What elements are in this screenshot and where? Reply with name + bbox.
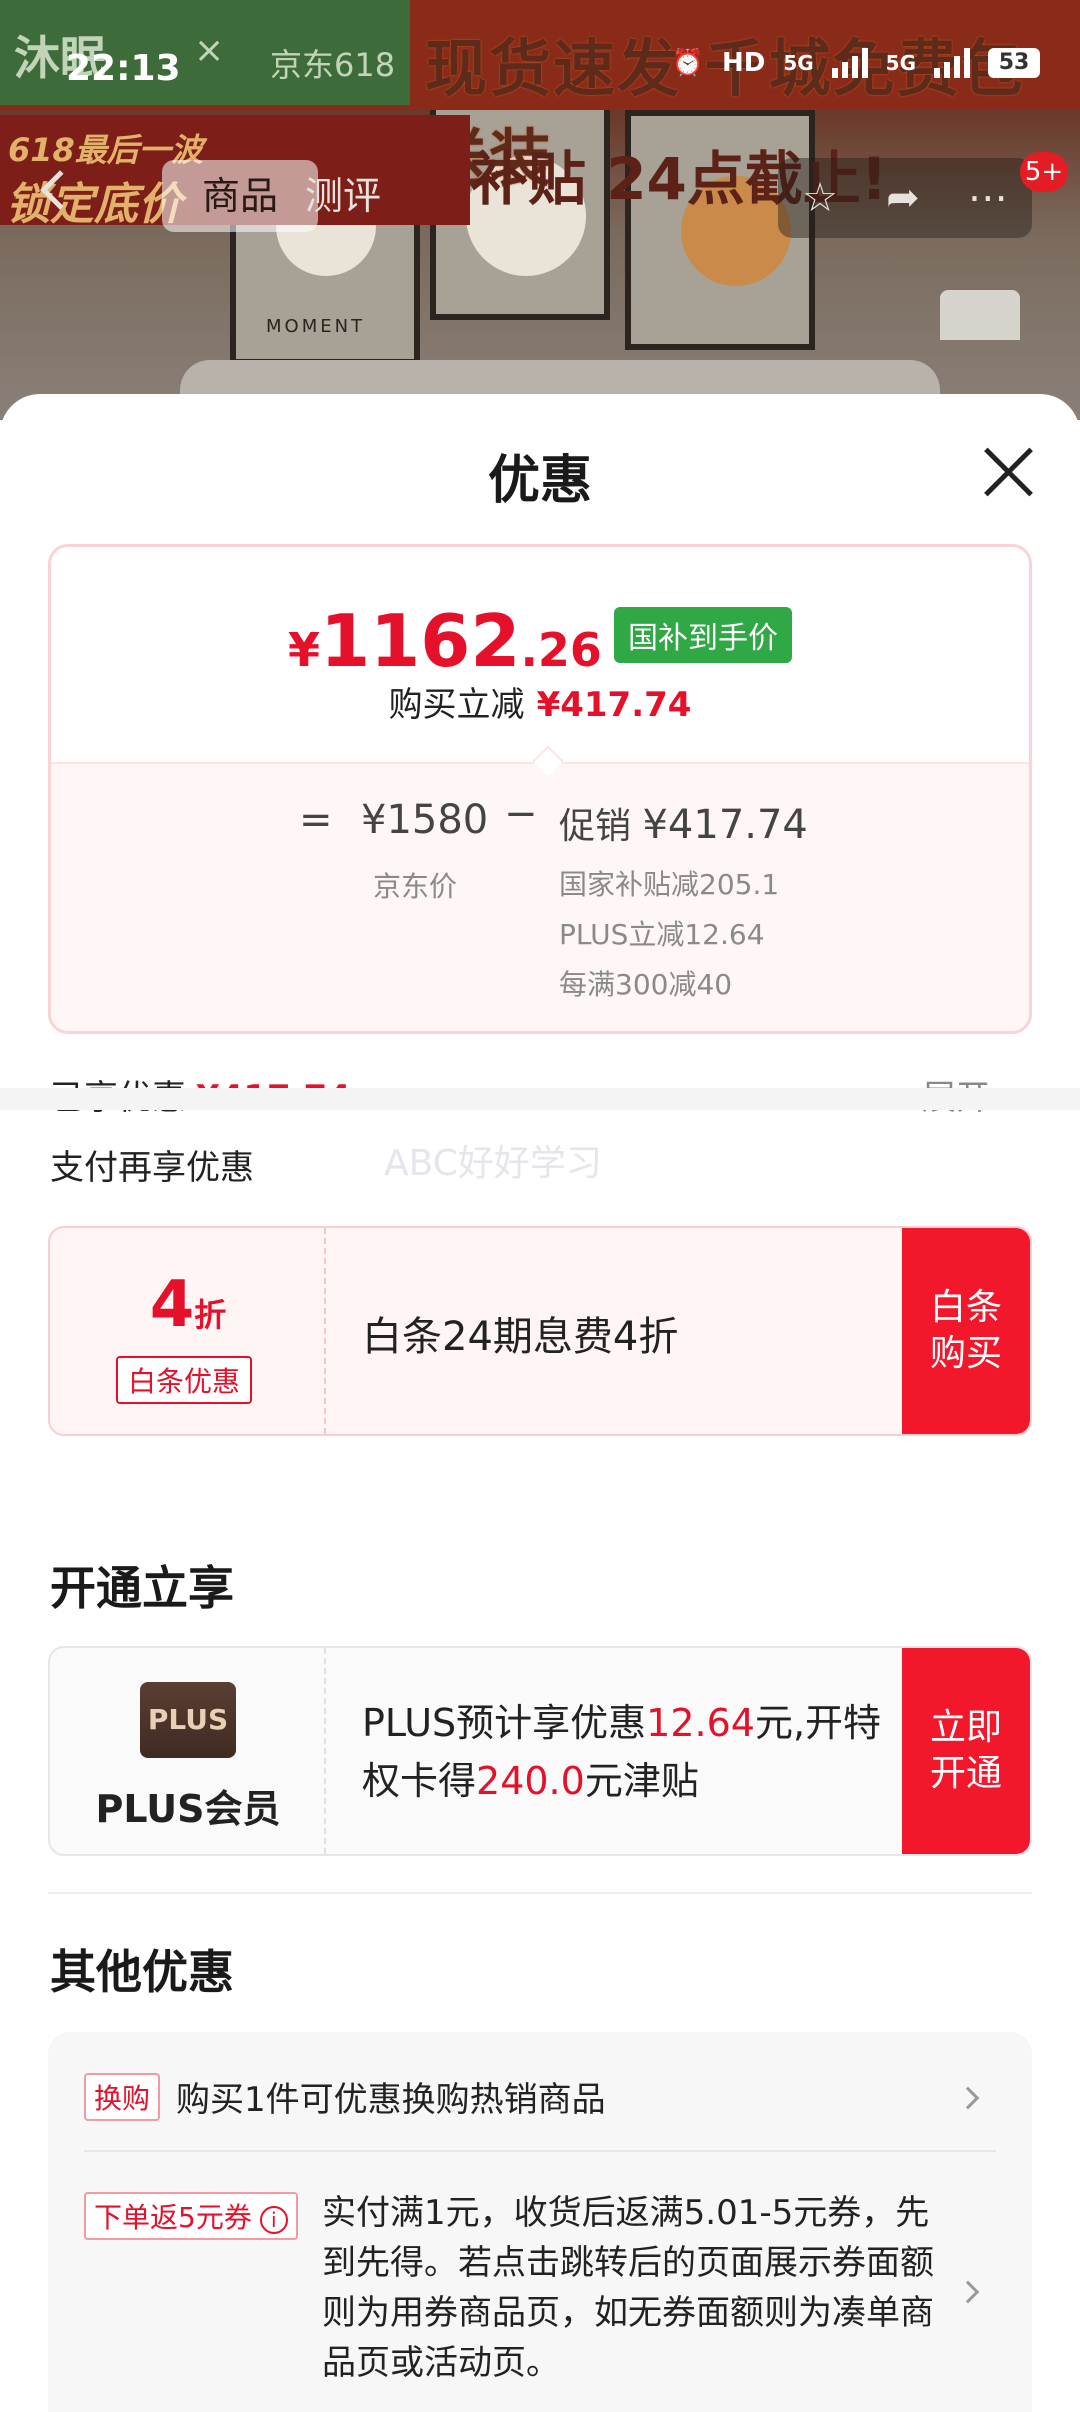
lamp bbox=[940, 290, 1020, 340]
plus-logo: PLUS bbox=[140, 1682, 236, 1758]
promo-detail-subsidy: 国家补贴减205.1 bbox=[559, 868, 780, 901]
baitiao-description: 白条24期息费4折 bbox=[362, 1314, 679, 1360]
exchange-tag: 换购 bbox=[84, 2072, 161, 2121]
plus-description: PLUS预计享优惠12.64元,开特权卡得240.0元津贴 bbox=[362, 1694, 902, 1810]
plus-desc-bonus: 240.0 bbox=[476, 1759, 585, 1803]
baitiao-offer-card[interactable]: 4折 白条优惠 白条24期息费4折 白条购买 bbox=[48, 1226, 1032, 1436]
price-summary: ¥ 1162 .26 国补到手价 购买立减 ¥417.74 bbox=[51, 547, 1029, 762]
sheet-title: 优惠 bbox=[487, 451, 592, 511]
subsidy-price-tag: 国补到手价 bbox=[613, 607, 792, 663]
plus-brand-panel: PLUS PLUS会员 bbox=[50, 1648, 326, 1854]
promotion-label: 促销 bbox=[559, 806, 632, 847]
price-currency: ¥ bbox=[288, 623, 321, 677]
nav-tools: ☆ ➦ ⋯ bbox=[778, 158, 1032, 238]
network-label: 5G bbox=[885, 51, 916, 75]
tab-product[interactable]: 商品 bbox=[162, 160, 318, 232]
list-item-exchange[interactable]: 换购 购买1件可优惠换购热销商品 bbox=[84, 2072, 996, 2121]
share-icon[interactable]: ➦ bbox=[886, 175, 920, 221]
plus-offer-card[interactable]: PLUS PLUS会员 PLUS预计享优惠12.64元,开特权卡得240.0元津… bbox=[48, 1646, 1032, 1856]
baitiao-buy-button[interactable]: 白条购买 bbox=[902, 1228, 1030, 1434]
promotion-total: 促销 ¥417.74 bbox=[559, 797, 808, 849]
jd-price-label: 京东价 bbox=[373, 870, 458, 903]
row-divider bbox=[84, 2150, 996, 2152]
star-icon[interactable]: ☆ bbox=[802, 175, 838, 221]
signal-icon bbox=[831, 48, 868, 78]
price-breakdown bbox=[51, 762, 1029, 1031]
hd-icon: HD bbox=[721, 48, 766, 78]
reduction-label: 购买立减 bbox=[388, 685, 525, 725]
more-icon[interactable]: ⋯ bbox=[968, 175, 1008, 221]
section-divider bbox=[0, 1088, 1080, 1110]
baitiao-tag: 白条优惠 bbox=[116, 1356, 253, 1404]
frame-caption: MOMENT bbox=[266, 316, 366, 337]
coupon-return-text: 实付满1元，收货后返满5.01-5元券，先到先得。若点击跳转后的页面展示券面额则… bbox=[322, 2193, 934, 2383]
price-integer: 1162 bbox=[320, 599, 521, 683]
price-decimal: .26 bbox=[520, 623, 602, 677]
message-badge: 5+ bbox=[1020, 152, 1068, 192]
section-divider bbox=[48, 1892, 1032, 1894]
reduction-amount: ¥417.74 bbox=[536, 685, 692, 725]
baitiao-discount-panel: 4折 白条优惠 bbox=[50, 1228, 326, 1434]
status-time: 22:13 bbox=[66, 48, 181, 89]
plus-name: PLUS会员 bbox=[95, 1787, 281, 1831]
tab-review[interactable]: 测评 bbox=[305, 160, 381, 232]
equals-sign: = bbox=[299, 797, 333, 843]
baitiao-discount: 4折 bbox=[50, 1268, 326, 1342]
discount-number: 4 bbox=[149, 1268, 195, 1342]
info-icon[interactable]: i bbox=[259, 2206, 288, 2234]
price-card: ¥ 1162 .26 国补到手价 购买立减 ¥417.74 = ¥1580 京东价… bbox=[48, 544, 1032, 1034]
plus-open-button[interactable]: 立即开通 bbox=[902, 1648, 1030, 1854]
signal-icon bbox=[934, 48, 970, 78]
status-icons: ⏰ HD 5G 5G 53 bbox=[672, 48, 1040, 78]
other-offers-card: 换购 购买1件可优惠换购热销商品 下单返5元券 i 实付满1元，收货后返满5.01-… bbox=[48, 2032, 1032, 2412]
other-offers-title: 其他优惠 bbox=[50, 1945, 234, 1999]
promo-detail-threshold: 每满300减40 bbox=[559, 968, 733, 1001]
promo-left-line-b: 锁定底价 bbox=[6, 179, 182, 230]
watermark: ABC好好学习 bbox=[384, 1143, 602, 1184]
coupon-return-tag: 下单返5元券 i bbox=[84, 2192, 298, 2240]
open-membership-title: 开通立享 bbox=[50, 1561, 234, 1615]
plus-desc-amount: 12.64 bbox=[646, 1701, 755, 1745]
instant-reduction: 购买立减 ¥417.74 bbox=[51, 677, 1029, 726]
promo-detail-plus: PLUS立减12.64 bbox=[559, 918, 765, 951]
plus-desc-part-c: 元津贴 bbox=[584, 1759, 699, 1803]
final-price: ¥ 1162 .26 国补到手价 bbox=[51, 599, 1029, 683]
exchange-text: 购买1件可优惠换购热销商品 bbox=[176, 2080, 606, 2120]
brand-separator: × bbox=[194, 30, 225, 71]
battery-icon: 53 bbox=[988, 48, 1040, 78]
coupon-return-tag-label: 下单返5元券 bbox=[94, 2201, 252, 2234]
jd-price: ¥1580 bbox=[361, 797, 489, 843]
discount-unit: 折 bbox=[194, 1296, 227, 1334]
chevron-right-icon bbox=[956, 2280, 980, 2304]
network-label: 5G bbox=[783, 51, 814, 75]
partner-logo: 京东618 bbox=[270, 46, 396, 84]
alarm-icon: ⏰ bbox=[671, 48, 704, 78]
plus-desc-part-a: PLUS预计享优惠 bbox=[362, 1701, 647, 1745]
minus-sign: − bbox=[504, 791, 538, 837]
pay-more-label: 支付再享优惠 bbox=[50, 1148, 254, 1188]
promotion-amount: ¥417.74 bbox=[642, 802, 808, 848]
chevron-right-icon bbox=[956, 2086, 980, 2110]
close-icon[interactable] bbox=[980, 444, 1036, 500]
